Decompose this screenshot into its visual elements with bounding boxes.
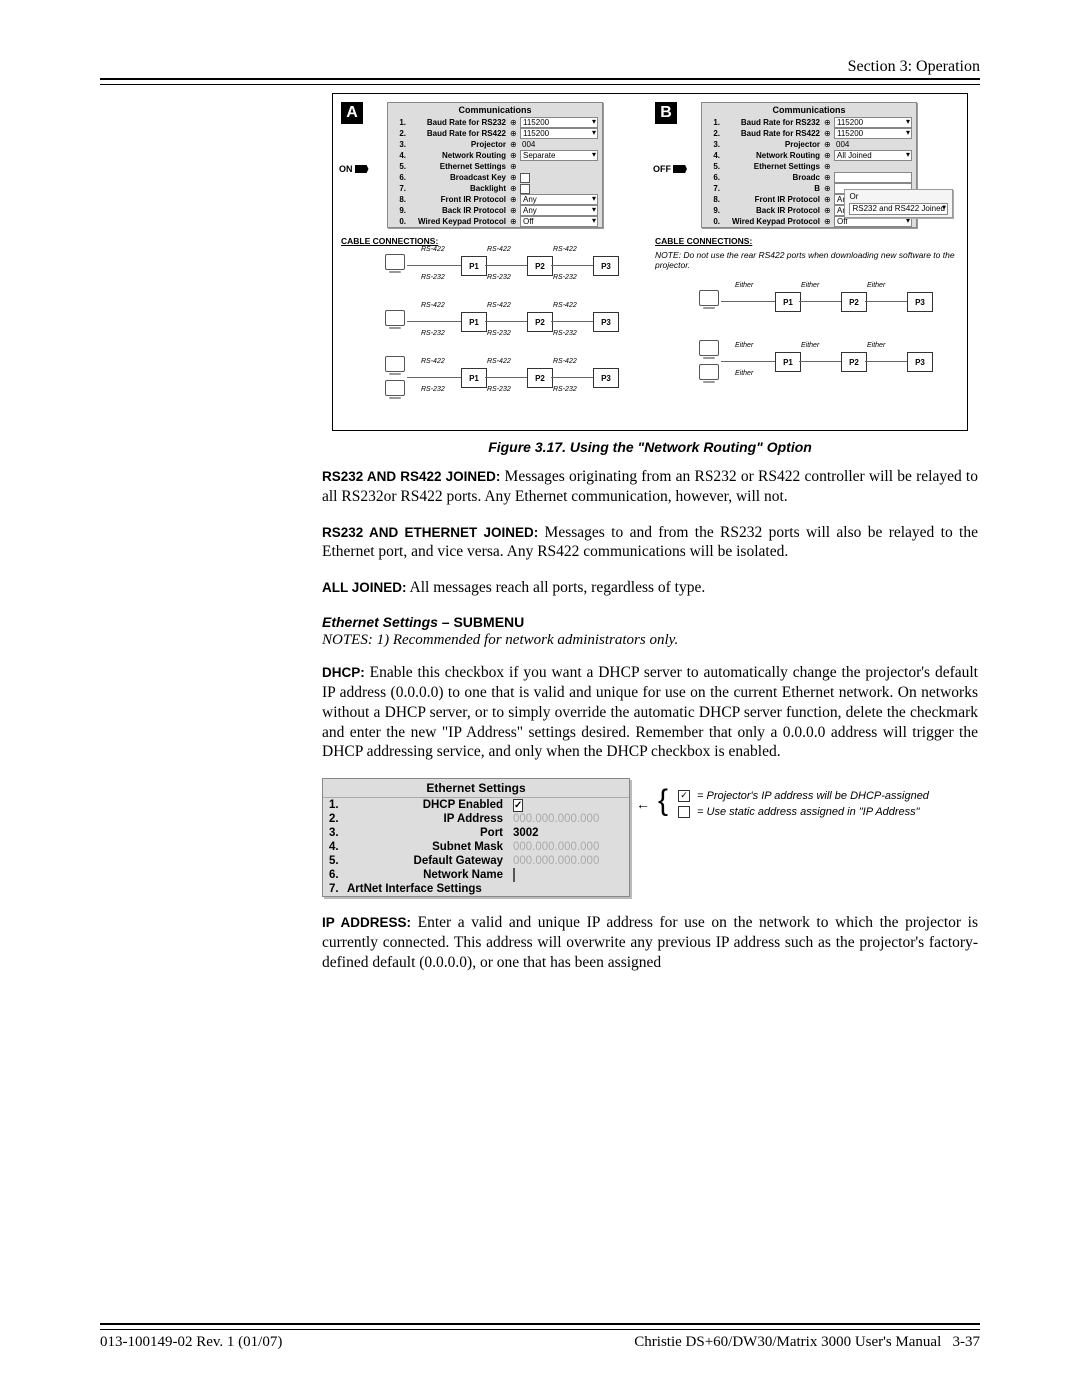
cable-label-a: CABLE CONNECTIONS:	[341, 236, 645, 246]
footer-right: Christie DS+60/DW30/Matrix 3000 User's M…	[634, 1334, 980, 1351]
ethernet-menu: Ethernet Settings 1.DHCP Enabled✓2.IP Ad…	[322, 778, 630, 897]
menu-row: 8.Front IR Protocol⊕Any	[388, 194, 602, 205]
panel-b-badge: B	[655, 102, 677, 124]
paragraph-rs232-rs422: RS232 AND RS422 JOINED: Messages origina…	[322, 467, 978, 507]
panel-b-diagrams: P1P2P3EitherEitherEitherP1P2P3EitherEith…	[655, 286, 959, 406]
paragraph-ip: IP ADDRESS: Enter a valid and unique IP …	[322, 913, 978, 972]
menu-row: 4.Network Routing⊕Separate	[388, 150, 602, 161]
page-footer: 013-100149-02 Rev. 1 (01/07) Christie DS…	[100, 1323, 980, 1351]
paragraph-all-joined: ALL JOINED: All messages reach all ports…	[322, 578, 978, 598]
menu-row: 7.Backlight⊕	[388, 183, 602, 194]
menu-row: 2.Baud Rate for RS422⊕115200	[702, 128, 916, 139]
menu-row: 5.Ethernet Settings⊕	[702, 161, 916, 172]
panel-a-toggle: ON	[339, 164, 369, 174]
menu-row: 5.Ethernet Settings⊕	[388, 161, 602, 172]
section-header: Section 3: Operation	[100, 58, 980, 76]
paragraph-dhcp: DHCP: Enable this checkbox if you want a…	[322, 663, 978, 762]
ethernet-menu-title: Ethernet Settings	[323, 779, 629, 798]
ethernet-row: 2.IP Address000.000.000.000	[323, 812, 629, 826]
panel-b-note: NOTE: Do not use the rear RS422 ports wh…	[655, 250, 959, 270]
cable-label-b: CABLE CONNECTIONS:	[655, 236, 959, 246]
ethernet-row: 3.Port3002	[323, 826, 629, 840]
menu-title: Communications	[702, 103, 916, 117]
ethernet-row: 5.Default Gateway000.000.000.000	[323, 854, 629, 868]
menu-row: 4.Network Routing⊕All Joined	[702, 150, 916, 161]
menu-row: 3.Projector⊕004	[388, 139, 602, 150]
ethernet-legend: ← { ✓ = Projector's IP address will be D…	[642, 788, 929, 820]
menu-row: 6.Broadcast Key⊕	[388, 172, 602, 183]
ethernet-settings-figure: Ethernet Settings 1.DHCP Enabled✓2.IP Ad…	[322, 778, 978, 897]
panel-a-badge: A	[341, 102, 363, 124]
panel-b: B OFF Communications 1.Baud Rate for RS2…	[655, 102, 959, 418]
header-rule	[100, 78, 980, 85]
ethernet-row: 7.ArtNet Interface Settings	[323, 882, 629, 896]
panel-a-diagrams: P1P2P3RS-422RS-422RS-422RS-232RS-232RS-2…	[341, 250, 645, 418]
ethernet-row: 4.Subnet Mask000.000.000.000	[323, 840, 629, 854]
panel-b-toggle: OFF	[653, 164, 687, 174]
menu-row: 1.Baud Rate for RS232⊕115200	[702, 117, 916, 128]
menu-row: 1.Baud Rate for RS232⊕115200	[388, 117, 602, 128]
panel-a: A ON Communications 1.Baud Rate for RS23…	[341, 102, 645, 418]
ethernet-submenu-header: Ethernet Settings – SUBMENU	[322, 614, 978, 630]
menu-row: 3.Projector⊕004	[702, 139, 916, 150]
panel-a-menu: Communications 1.Baud Rate for RS232⊕115…	[387, 102, 603, 228]
menu-row: 0.Wired Keypad Protocol⊕Off	[388, 216, 602, 227]
menu-row: 2.Baud Rate for RS422⊕115200	[388, 128, 602, 139]
ethernet-notes: NOTES: 1) Recommended for network admini…	[322, 632, 978, 649]
menu-row: 9.Back IR Protocol⊕Any	[388, 205, 602, 216]
ethernet-row: 1.DHCP Enabled✓	[323, 798, 629, 812]
menu-row: 6.Broadc⊕	[702, 172, 916, 183]
figure-caption: Figure 3.17. Using the "Network Routing"…	[322, 439, 978, 455]
figure-3-17: A ON Communications 1.Baud Rate for RS23…	[332, 93, 968, 431]
paragraph-rs232-ethernet: RS232 AND ETHERNET JOINED: Messages to a…	[322, 523, 978, 563]
or-popup: Or RS232 and RS422 Joined	[844, 189, 953, 218]
ethernet-row: 6.Network Name	[323, 868, 629, 882]
menu-title: Communications	[388, 103, 602, 117]
footer-left: 013-100149-02 Rev. 1 (01/07)	[100, 1334, 282, 1351]
